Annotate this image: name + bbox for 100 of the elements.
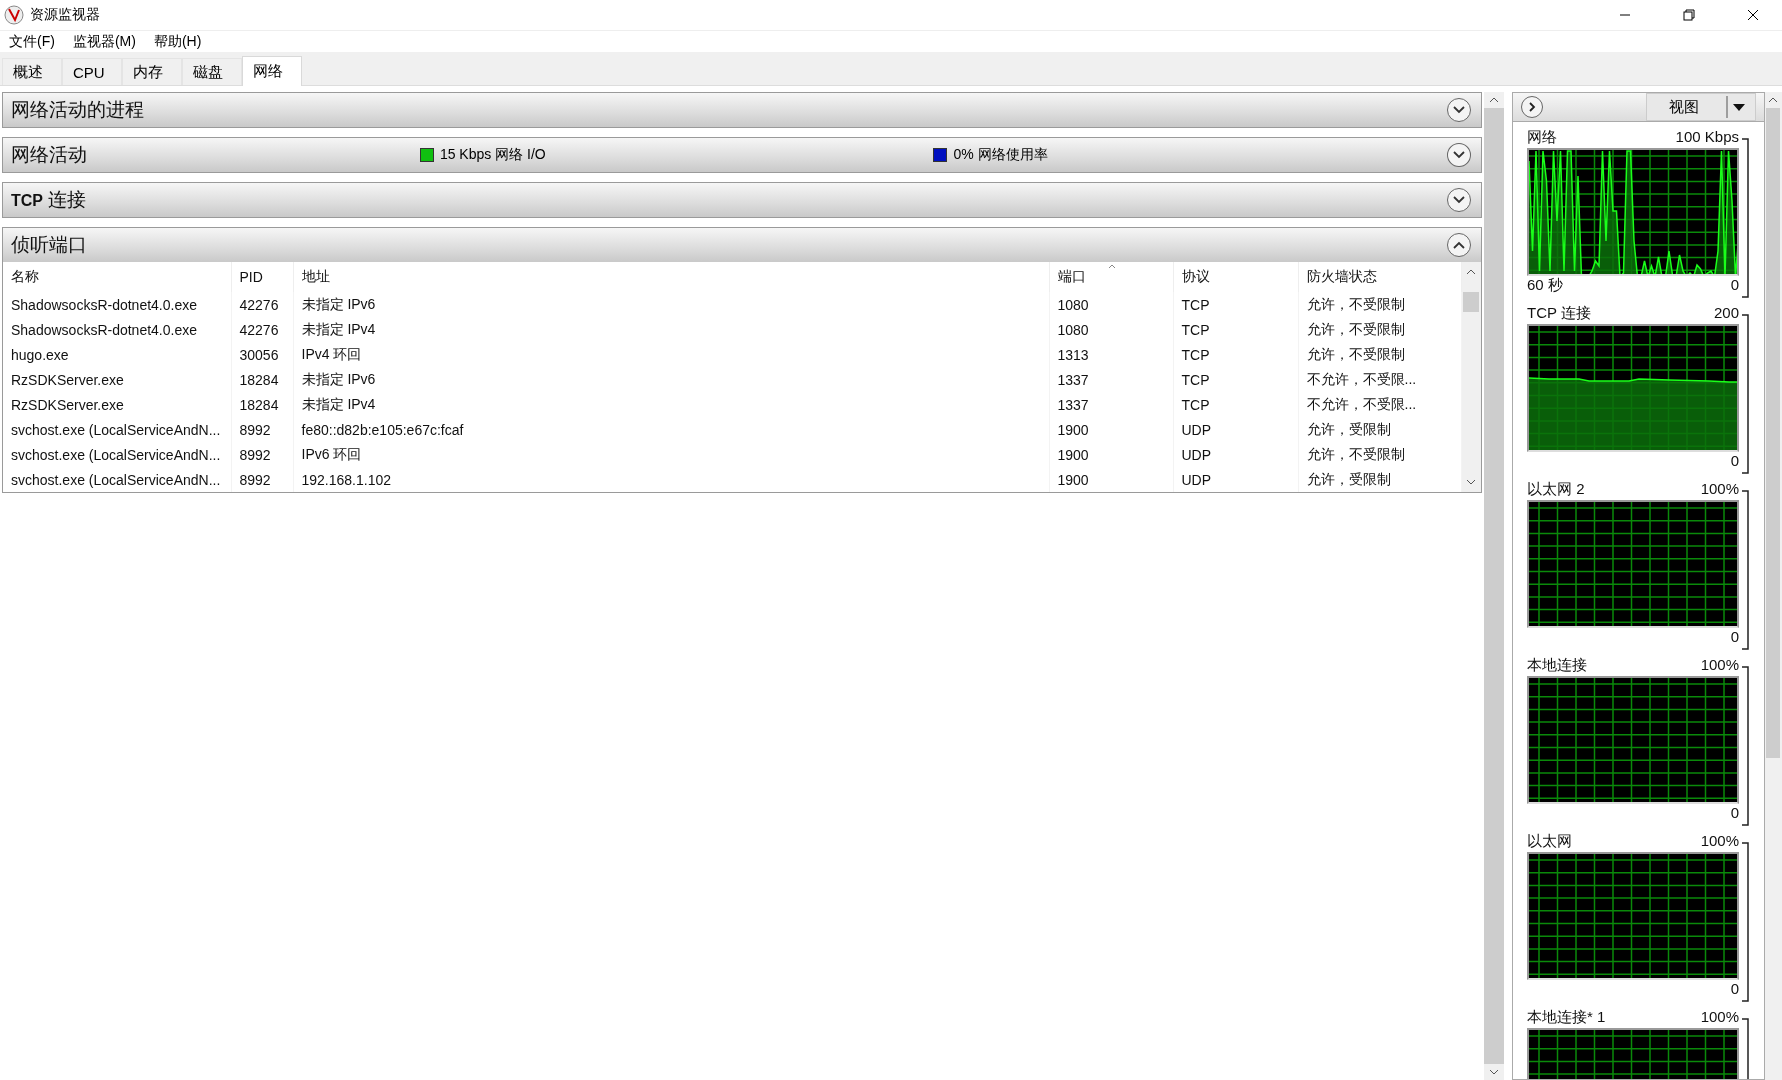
expand-toggle[interactable]: [1447, 233, 1471, 257]
graph-time-label: 60 秒: [1527, 276, 1563, 295]
table-cell: 8992: [231, 467, 293, 492]
graph-title: 以太网: [1527, 832, 1572, 851]
table-cell: 未指定 IPv6: [293, 367, 1049, 392]
table-cell: svchost.exe (LocalServiceAndN...: [3, 417, 231, 442]
chevron-up-icon: [1453, 241, 1465, 249]
table-cell: 允许，不受限制: [1298, 317, 1461, 342]
table-cell: 允许，受限制: [1298, 467, 1461, 492]
menu-item[interactable]: 监视器(M): [63, 32, 145, 51]
section-header[interactable]: TCP 连接: [3, 183, 1481, 217]
graph-max-label: 100%: [1700, 480, 1739, 499]
column-header[interactable]: 协议: [1173, 262, 1298, 292]
table-cell: 1313: [1049, 342, 1173, 367]
table-cell: 1337: [1049, 367, 1173, 392]
column-header[interactable]: PID: [231, 262, 293, 292]
graph-title: TCP 连接: [1527, 304, 1591, 323]
table-cell: ShadowsocksR-dotnet4.0.exe: [3, 317, 231, 342]
section-title: TCP 连接: [11, 188, 88, 212]
table-cell: IPv4 环回: [293, 342, 1049, 367]
graph-title: 本地连接* 1: [1527, 1008, 1606, 1027]
scroll-up-icon: [1484, 92, 1504, 108]
table-cell: TCP: [1173, 392, 1298, 417]
table-cell: 1900: [1049, 467, 1173, 492]
graph-title: 以太网 2: [1527, 480, 1585, 499]
expand-toggle[interactable]: [1447, 188, 1471, 212]
scrollbar[interactable]: [1461, 262, 1481, 492]
table-cell: 8992: [231, 442, 293, 467]
table-cell: UDP: [1173, 417, 1298, 442]
scroll-down-icon: [1466, 479, 1477, 485]
graph-max-label: 100%: [1700, 1008, 1739, 1027]
tab[interactable]: 内存: [122, 58, 182, 85]
graph-min-label: 0: [1730, 980, 1739, 999]
table-cell: svchost.exe (LocalServiceAndN...: [3, 467, 231, 492]
graph-min-label: 0: [1730, 804, 1739, 823]
graph-title: 本地连接: [1527, 656, 1587, 675]
table-cell: 8992: [231, 417, 293, 442]
table-cell: 1080: [1049, 292, 1173, 317]
table-cell: TCP: [1173, 292, 1298, 317]
expand-toggle[interactable]: [1447, 98, 1471, 122]
table-cell: 允许，不受限制: [1298, 442, 1461, 467]
graph-min-label: 0: [1730, 628, 1739, 647]
scroll-thumb[interactable]: [1766, 108, 1781, 758]
view-dropdown[interactable]: 视图: [1645, 93, 1756, 121]
table-cell: 未指定 IPv4: [293, 317, 1049, 342]
legend-label: 0% 网络使用率: [953, 146, 1048, 164]
table-cell: ShadowsocksR-dotnet4.0.exe: [3, 292, 231, 317]
section-header[interactable]: 网络活动的进程: [3, 93, 1481, 127]
chevron-down-icon: [1453, 196, 1465, 204]
table-cell: 42276: [231, 292, 293, 317]
table-cell: hugo.exe: [3, 342, 231, 367]
column-header[interactable]: 防火墙状态: [1298, 262, 1461, 292]
tab[interactable]: 磁盘: [182, 58, 242, 85]
table-cell: 1337: [1049, 392, 1173, 417]
table-cell: UDP: [1173, 467, 1298, 492]
scrollbar[interactable]: [1484, 92, 1504, 1080]
table-cell: 18284: [231, 367, 293, 392]
table-cell: fe80::d82b:e105:e67c:fcaf: [293, 417, 1049, 442]
table-cell: 1900: [1049, 417, 1173, 442]
table-cell: 18284: [231, 392, 293, 417]
column-header[interactable]: 地址: [293, 262, 1049, 292]
table-cell: TCP: [1173, 367, 1298, 392]
table-cell: 不允许，不受限...: [1298, 392, 1461, 417]
tab[interactable]: 概述: [2, 58, 62, 85]
chevron-right-icon: [1528, 102, 1536, 112]
chevron-down-icon: [1453, 151, 1466, 159]
table-cell: 允许，不受限制: [1298, 292, 1461, 317]
table-cell: UDP: [1173, 442, 1298, 467]
table-cell: TCP: [1173, 342, 1298, 367]
restore-icon: [1683, 9, 1695, 21]
graph-max-label: 100 Kbps: [1675, 128, 1739, 147]
table-cell: RzSDKServer.exe: [3, 367, 231, 392]
column-header[interactable]: 名称: [3, 262, 231, 292]
table-cell: svchost.exe (LocalServiceAndN...: [3, 442, 231, 467]
table-cell: 1080: [1049, 317, 1173, 342]
scroll-up-icon: [1466, 269, 1477, 275]
scroll-thumb[interactable]: [1463, 292, 1480, 312]
tab[interactable]: CPU: [62, 58, 122, 85]
menu-item[interactable]: 帮助(H): [144, 32, 211, 51]
graph-max-label: 200: [1713, 304, 1739, 323]
table-cell: 允许，受限制: [1298, 417, 1461, 442]
menu-item[interactable]: 文件(F): [0, 32, 64, 51]
column-header[interactable]: 端口: [1049, 262, 1173, 292]
collapse-panel-button[interactable]: [1521, 96, 1543, 118]
graph-min-label: 0: [1730, 276, 1739, 295]
tab[interactable]: 网络: [242, 56, 302, 86]
graph-min-label: 0: [1730, 452, 1739, 471]
table-cell: 30056: [231, 342, 293, 367]
table-cell: 42276: [231, 317, 293, 342]
window-title: 资源监视器: [30, 6, 101, 24]
section-header[interactable]: 侦听端口: [3, 228, 1481, 262]
close-icon: [1747, 9, 1759, 21]
table-cell: 192.168.1.102: [293, 467, 1049, 492]
section-header[interactable]: 网络活动 15 Kbps 网络 I/O 0% 网络使用率: [3, 138, 1481, 172]
table-cell: TCP: [1173, 317, 1298, 342]
graph-max-label: 100%: [1700, 832, 1739, 851]
table-cell: 不允许，不受限...: [1298, 367, 1461, 392]
table-cell: RzSDKServer.exe: [3, 392, 231, 417]
scroll-down-icon: [1484, 1064, 1504, 1080]
expand-toggle[interactable]: [1447, 143, 1471, 167]
